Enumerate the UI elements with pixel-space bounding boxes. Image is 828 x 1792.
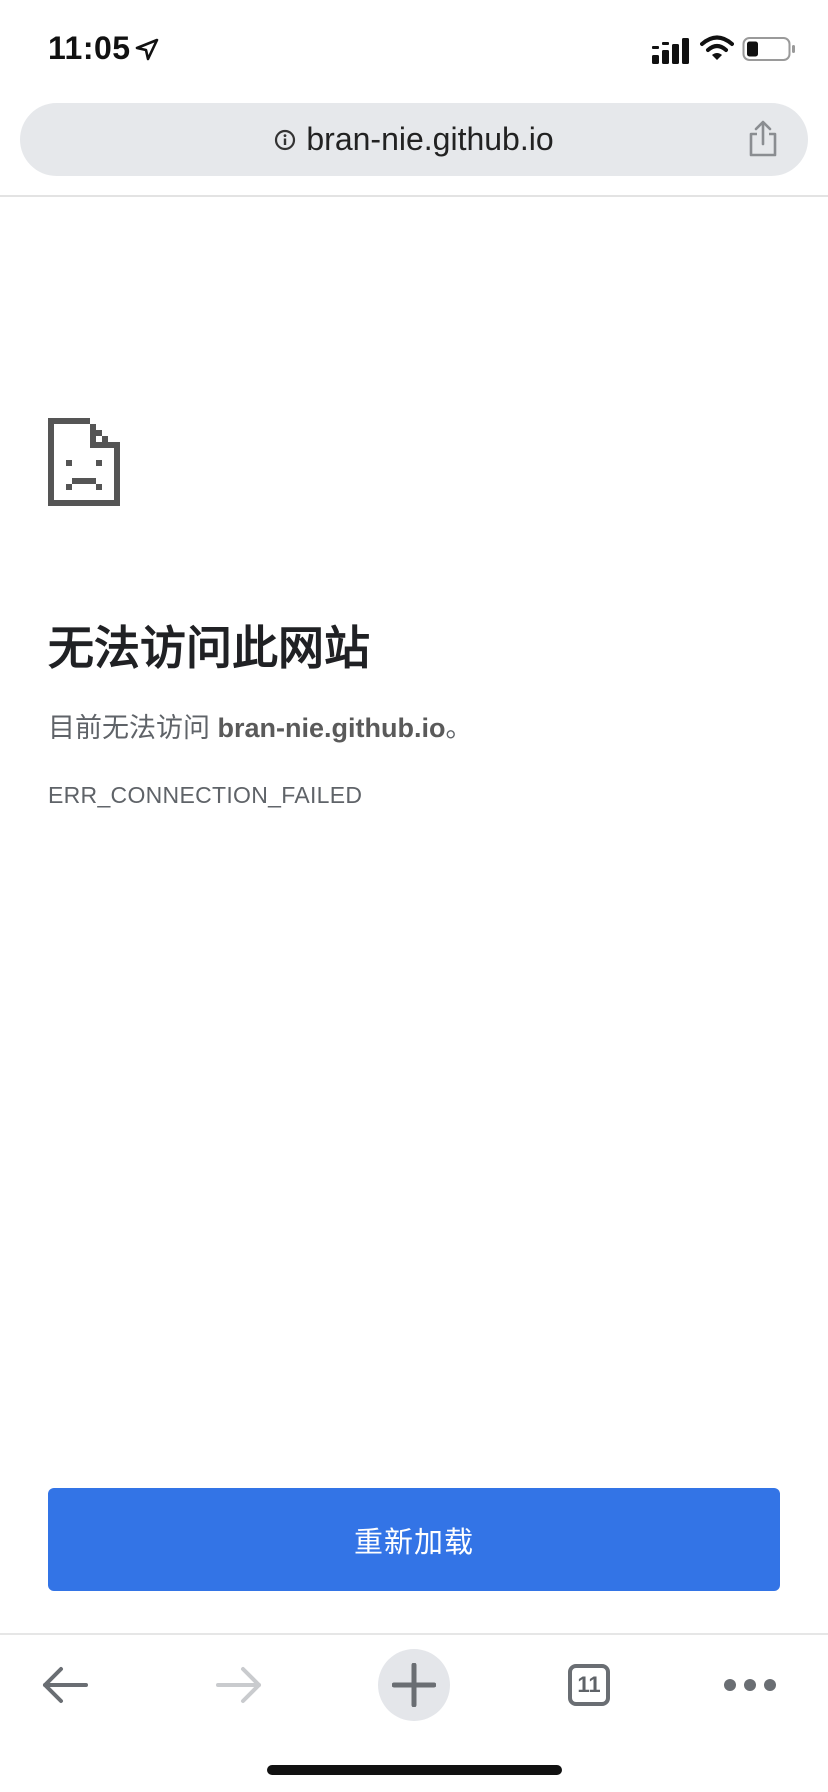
wifi-icon — [700, 35, 734, 60]
back-button[interactable] — [20, 1635, 110, 1735]
error-title: 无法访问此网站 — [48, 622, 370, 674]
bottom-toolbar: 11 — [0, 1635, 828, 1735]
plus-icon — [392, 1663, 436, 1707]
share-icon[interactable] — [746, 120, 780, 158]
forward-arrow-icon — [216, 1667, 261, 1703]
location-arrow-icon — [135, 38, 159, 61]
error-message-host: bran-nie.github.io — [217, 713, 446, 743]
home-indicator — [267, 1765, 562, 1775]
reload-button[interactable]: 重新加载 — [48, 1488, 780, 1591]
back-arrow-icon — [43, 1667, 88, 1703]
more-menu-button[interactable] — [705, 1635, 795, 1735]
info-icon[interactable] — [274, 129, 296, 151]
sad-page-icon — [48, 418, 120, 506]
tab-count[interactable]: 11 — [568, 1664, 610, 1706]
address-url-area[interactable]: bran-nie.github.io — [20, 103, 808, 176]
error-message-prefix: 目前无法访问 — [48, 713, 218, 743]
new-tab-button[interactable] — [377, 1635, 451, 1735]
cellular-signal-icon — [652, 38, 689, 64]
browser-screen: 11:05 bran-nie.github.io 无法访问此网站 目前无法访问 … — [0, 0, 828, 1792]
new-tab-circle[interactable] — [378, 1649, 450, 1721]
status-bar: 11:05 — [0, 0, 828, 96]
url-text[interactable]: bran-nie.github.io — [306, 121, 553, 158]
address-bar[interactable]: bran-nie.github.io — [20, 103, 808, 176]
battery-icon — [742, 37, 795, 61]
forward-button[interactable] — [194, 1635, 284, 1735]
error-message: 目前无法访问 bran-nie.github.io。 — [48, 706, 473, 745]
status-time: 11:05 — [48, 30, 131, 66]
error-code: ERR_CONNECTION_FAILED — [48, 782, 363, 808]
header-divider — [0, 195, 828, 197]
error-message-suffix: 。 — [445, 713, 473, 743]
tab-switcher-button[interactable]: 11 — [544, 1635, 634, 1735]
more-dots-icon — [724, 1679, 776, 1691]
